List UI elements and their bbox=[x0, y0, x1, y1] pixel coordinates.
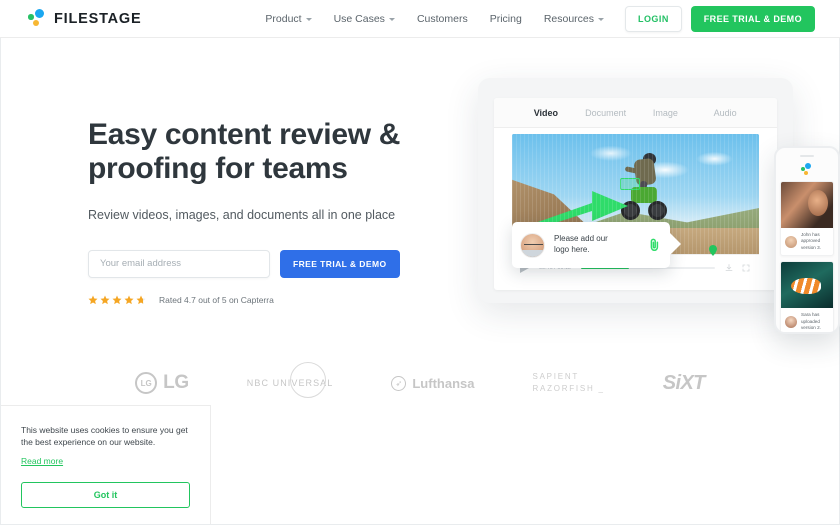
laptop-frame: Video Document Image Audio Please add ou… bbox=[478, 78, 793, 303]
lufthansa-text: Lufthansa bbox=[412, 375, 475, 391]
notification-line-2: version 2. bbox=[801, 325, 821, 331]
sapient-line-2: RAZORFISH _ bbox=[532, 384, 605, 393]
comment-line-1: Please add our bbox=[554, 234, 608, 244]
logo-dots-icon bbox=[800, 163, 814, 176]
hero-subtitle: Review videos, images, and documents all… bbox=[88, 207, 396, 222]
logo-nbc-universal: NBC UNIVERSAL bbox=[247, 362, 334, 398]
chevron-down-icon bbox=[598, 18, 605, 21]
star-icon bbox=[112, 295, 122, 305]
star-rating bbox=[88, 295, 146, 305]
notification-card[interactable]: Sara has uploaded version 2. bbox=[780, 261, 834, 332]
avatar bbox=[520, 232, 545, 258]
notification-thumbnail bbox=[781, 262, 833, 309]
comment-line-2: logo here. bbox=[554, 245, 590, 254]
cookie-banner: This website uses cookies to ensure you … bbox=[1, 404, 211, 524]
rating-label: Rated 4.7 out of 5 on Capterra bbox=[159, 294, 274, 305]
email-field[interactable] bbox=[88, 249, 270, 278]
tab-video[interactable]: Video bbox=[516, 108, 576, 118]
cookie-line-2: the best experience on our website. bbox=[21, 437, 156, 448]
cookie-accept-button[interactable]: Got it bbox=[21, 482, 190, 508]
sapient-text: SAPIENT RAZORFISH _ bbox=[532, 371, 604, 396]
comment-text: Please add our logo here. bbox=[554, 234, 649, 256]
client-logos: LG LG NBC UNIVERSAL ➶ Lufthansa SAPIENT … bbox=[0, 358, 840, 408]
landing-page: FILESTAGE Product Use Cases Customers Pr… bbox=[0, 0, 840, 525]
hero-content: Easy content review & proofing for teams… bbox=[88, 118, 428, 305]
tab-document[interactable]: Document bbox=[576, 108, 636, 118]
tab-audio[interactable]: Audio bbox=[695, 108, 755, 118]
avatar bbox=[785, 235, 797, 248]
logo-dots-icon bbox=[28, 9, 47, 28]
phone-frame: John has approved version 3. Sara has up… bbox=[774, 146, 840, 334]
phone-speaker bbox=[800, 155, 814, 157]
sapient-line-1: SAPIENT bbox=[532, 371, 580, 381]
notification-line-1: Sara has uploaded bbox=[801, 312, 820, 324]
nav-item-product[interactable]: Product bbox=[254, 13, 322, 25]
page-title: Easy content review & proofing for teams bbox=[88, 118, 428, 186]
nav-item-label: Product bbox=[265, 12, 302, 25]
nav-item-label: Resources bbox=[543, 12, 595, 25]
comment-marker-icon[interactable] bbox=[709, 245, 718, 256]
cookie-text: This website uses cookies to ensure you … bbox=[21, 424, 190, 450]
lufthansa-crane-icon: ➶ bbox=[391, 375, 407, 391]
cookie-line-1: This website uses cookies to ensure you … bbox=[21, 424, 188, 435]
nav-item-resources[interactable]: Resources bbox=[533, 13, 615, 25]
notification-line-1: John has approved bbox=[801, 232, 821, 244]
avatar bbox=[785, 315, 797, 328]
notification-thumbnail bbox=[781, 182, 833, 228]
tab-image[interactable]: Image bbox=[636, 108, 696, 118]
nbc-circle-icon bbox=[289, 362, 326, 398]
paperclip-icon[interactable] bbox=[649, 238, 660, 252]
nav-item-use-cases[interactable]: Use Cases bbox=[323, 13, 406, 25]
main-nav: Product Use Cases Customers Pricing Reso… bbox=[254, 5, 815, 32]
lg-text: LG bbox=[163, 372, 189, 393]
logo-lufthansa: ➶ Lufthansa bbox=[391, 375, 475, 391]
login-button[interactable]: LOGIN bbox=[625, 5, 682, 32]
notification-text: John has approved version 3. bbox=[801, 232, 829, 251]
nav-item-label: Use Cases bbox=[333, 12, 385, 25]
fullscreen-icon[interactable] bbox=[742, 264, 750, 272]
header-free-trial-button[interactable]: FREE TRIAL & DEMO bbox=[690, 5, 815, 32]
sixt-text: SiXT bbox=[662, 371, 706, 394]
logo-sixt: SiXT bbox=[662, 371, 706, 395]
notification-card[interactable]: John has approved version 3. bbox=[780, 181, 834, 257]
lg-mark-icon: LG bbox=[135, 372, 158, 394]
notification-body: Sara has uploaded version 2. bbox=[781, 308, 833, 332]
nav-item-label: Pricing bbox=[489, 12, 522, 25]
hero-free-trial-button[interactable]: FREE TRIAL & DEMO bbox=[280, 249, 400, 278]
star-icon bbox=[88, 295, 98, 305]
product-mockup: Video Document Image Audio Please add ou… bbox=[432, 60, 840, 350]
hero-title-line-1: Easy content review & bbox=[88, 118, 401, 151]
star-icon-partial bbox=[136, 295, 146, 305]
comment-bubble[interactable]: Please add our logo here. bbox=[512, 222, 681, 268]
rating: Rated 4.7 out of 5 on Capterra bbox=[88, 295, 428, 305]
notification-body: John has approved version 3. bbox=[781, 228, 833, 255]
hero-title-line-2: proofing for teams bbox=[88, 151, 348, 185]
logo-text: FILESTAGE bbox=[54, 10, 142, 27]
content-type-tabs: Video Document Image Audio bbox=[494, 98, 777, 128]
download-icon[interactable] bbox=[725, 263, 733, 272]
app-screen: Video Document Image Audio Please add ou… bbox=[494, 98, 777, 290]
star-icon bbox=[100, 295, 110, 305]
nav-item-customers[interactable]: Customers bbox=[406, 13, 479, 25]
nav-item-pricing[interactable]: Pricing bbox=[479, 13, 533, 25]
site-header: FILESTAGE Product Use Cases Customers Pr… bbox=[0, 0, 840, 38]
notification-line-2: version 3. bbox=[801, 244, 821, 250]
nav-item-label: Customers bbox=[416, 12, 468, 25]
star-icon bbox=[124, 295, 134, 305]
logo-lg: LG LG bbox=[135, 372, 189, 394]
logo-sapient-razorfish: SAPIENT RAZORFISH _ bbox=[532, 371, 604, 396]
read-more-link[interactable]: Read more bbox=[21, 456, 63, 466]
notification-text: Sara has uploaded version 2. bbox=[801, 312, 829, 331]
chevron-down-icon bbox=[305, 18, 312, 21]
chevron-down-icon bbox=[388, 18, 395, 21]
logo[interactable]: FILESTAGE bbox=[28, 9, 141, 28]
player-actions bbox=[725, 263, 750, 272]
signup-form: FREE TRIAL & DEMO bbox=[88, 249, 428, 278]
